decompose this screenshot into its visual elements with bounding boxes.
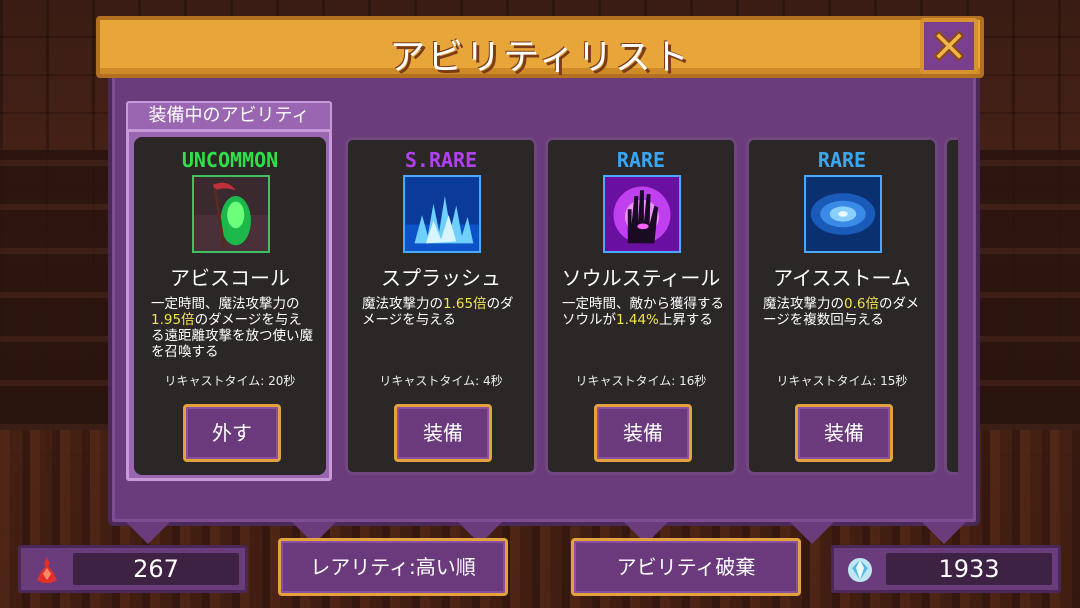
- recast-time: リキャストタイム: 16秒: [575, 374, 707, 388]
- ability-description: 一定時間、魔法攻撃力の1.95倍のダメージを与える遠距離攻撃を放つ使い魔を召喚す…: [151, 296, 313, 360]
- ability-card-abyss-call[interactable]: UNCOMMON アビスコール 一定時間、魔法攻撃力の1.95倍のダメージを与え…: [134, 137, 326, 475]
- equip-button[interactable]: 装備: [394, 404, 492, 462]
- gem-counter: 1933: [831, 545, 1061, 593]
- rarity-label: S.RARE: [404, 148, 478, 172]
- rarity-label: UNCOMMON: [181, 148, 279, 172]
- soul-counter: 267: [18, 545, 248, 593]
- ability-name: ソウルスティール: [561, 266, 721, 290]
- soul-count: 267: [73, 553, 239, 585]
- next-card-peek[interactable]: [944, 137, 958, 475]
- discard-ability-button[interactable]: アビリティ破棄: [571, 538, 801, 596]
- page-title: アビリティリスト: [389, 37, 691, 78]
- ability-card-splash[interactable]: S.RARE スプラッシュ 魔法攻撃力の1.65倍のダメージを与える リキャスト…: [345, 137, 537, 475]
- water-splash-icon: [403, 175, 481, 253]
- ability-description: 魔法攻撃力の1.65倍のダメージを与える: [362, 296, 514, 328]
- equip-button[interactable]: 装備: [594, 404, 692, 462]
- sort-rarity-button[interactable]: レアリティ:高い順: [278, 538, 508, 596]
- ability-card-ice-storm[interactable]: RARE アイスストーム 魔法攻撃力の0.6倍のダメージを複数回与える リキャス…: [746, 137, 938, 475]
- soul-flask-icon: [37, 557, 57, 583]
- ability-card-soul-steal[interactable]: RARE ソウルスティール 一定時間、敵から獲得するソウルが1.44%上昇する …: [545, 137, 737, 475]
- close-icon: [933, 30, 965, 62]
- panel-notch: [126, 522, 170, 544]
- title-bar: アビリティリスト: [96, 16, 984, 78]
- panel-notch: [922, 522, 966, 544]
- ice-storm-icon: [804, 175, 882, 253]
- reaper-scythe-icon: [192, 175, 270, 253]
- gem-count: 1933: [886, 553, 1052, 585]
- recast-time: リキャストタイム: 15秒: [776, 374, 908, 388]
- background-shelf-left: [0, 150, 120, 430]
- ability-description: 魔法攻撃力の0.6倍のダメージを複数回与える: [763, 296, 920, 328]
- close-button[interactable]: [920, 18, 978, 74]
- unequip-button[interactable]: 外す: [183, 404, 281, 462]
- ability-name: アビスコール: [170, 266, 290, 290]
- rarity-label: RARE: [817, 148, 867, 172]
- soul-hand-icon: [603, 175, 681, 253]
- ability-name: スプラッシュ: [381, 266, 501, 290]
- gem-icon: [848, 558, 872, 582]
- ability-name: アイスストーム: [773, 266, 911, 290]
- equipped-tab-label: 装備中のアビリティ: [126, 101, 332, 131]
- equip-button[interactable]: 装備: [795, 404, 893, 462]
- recast-time: リキャストタイム: 20秒: [164, 374, 296, 388]
- ability-description: 一定時間、敵から獲得するソウルが1.44%上昇する: [562, 296, 724, 328]
- recast-time: リキャストタイム: 4秒: [379, 374, 503, 388]
- rarity-label: RARE: [616, 148, 666, 172]
